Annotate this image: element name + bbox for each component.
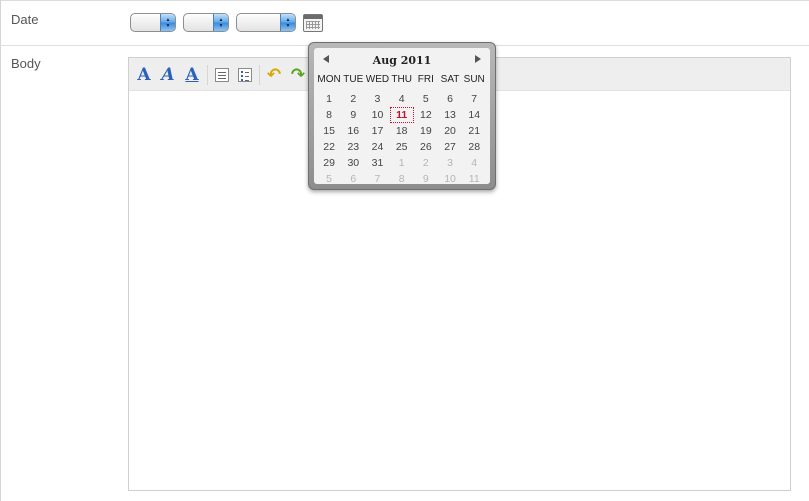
- day-cell[interactable]: 21: [462, 123, 486, 139]
- day-cell[interactable]: 7: [365, 171, 389, 187]
- day-cell[interactable]: 25: [390, 139, 414, 155]
- weekday-label: WED: [365, 74, 390, 85]
- datepicker-panel: Aug 2011 MON TUE WED THU FRI SAT SUN 123456789…: [314, 48, 490, 187]
- font-size-button[interactable]: A: [135, 66, 153, 84]
- day-cell[interactable]: 2: [341, 91, 365, 107]
- weekday-label: TUE: [343, 74, 364, 85]
- select-arrows-icon: ▲ ▼: [160, 14, 175, 31]
- weekday-header: MON TUE WED THU FRI SAT SUN: [317, 74, 486, 91]
- day-cell[interactable]: 8: [390, 171, 414, 187]
- numbered-list-icon: [215, 68, 229, 82]
- font-italic-icon: A: [161, 65, 175, 85]
- day-cell[interactable]: 23: [341, 139, 365, 155]
- day-cell[interactable]: 5: [414, 91, 438, 107]
- day-cell[interactable]: 20: [438, 123, 462, 139]
- day-cell[interactable]: 1: [390, 155, 414, 171]
- day-cell[interactable]: 28: [462, 139, 486, 155]
- weekday-label: FRI: [417, 74, 434, 85]
- day-cell[interactable]: 1: [317, 91, 341, 107]
- day-cell[interactable]: 13: [438, 107, 462, 123]
- day-cell[interactable]: 24: [365, 139, 389, 155]
- day-cell[interactable]: 14: [462, 107, 486, 123]
- font-style-button[interactable]: A: [159, 66, 177, 84]
- day-cell[interactable]: 31: [365, 155, 389, 171]
- day-cell[interactable]: 7: [462, 91, 486, 107]
- left-border: [0, 0, 1, 501]
- font-underline-icon: A: [185, 65, 199, 85]
- today-day-cell[interactable]: 11: [389, 107, 414, 123]
- day-cell[interactable]: 15: [317, 123, 341, 139]
- day-cell[interactable]: 30: [341, 155, 365, 171]
- select-arrows-icon: ▲ ▼: [213, 14, 228, 31]
- day-cell[interactable]: 6: [438, 91, 462, 107]
- month-select[interactable]: ▲ ▼: [130, 13, 176, 32]
- day-cell[interactable]: 9: [414, 171, 438, 187]
- top-divider: [0, 0, 809, 1]
- datepicker-header: Aug 2011: [314, 54, 490, 68]
- day-select[interactable]: ▲ ▼: [183, 13, 229, 32]
- week-row: 22 23 24 25 26 27 28: [317, 139, 486, 155]
- day-cell[interactable]: 17: [365, 123, 389, 139]
- day-cell[interactable]: 2: [414, 155, 438, 171]
- datepicker-grid: MON TUE WED THU FRI SAT SUN 1 2 3 4 5 6 7 8 9 10 11 12 13 1…: [317, 74, 486, 187]
- weekday-label: MON: [317, 74, 341, 85]
- calendar-icon: [304, 15, 322, 19]
- date-label: Date: [11, 12, 39, 27]
- day-cell[interactable]: 4: [390, 91, 414, 107]
- datepicker-popup: Aug 2011 MON TUE WED THU FRI SAT SUN 123456789…: [308, 42, 496, 190]
- toolbar-separator: [207, 65, 208, 85]
- calendar-button[interactable]: [303, 14, 323, 32]
- redo-button[interactable]: ↷: [289, 66, 307, 84]
- day-cell[interactable]: 6: [341, 171, 365, 187]
- day-cell[interactable]: 16: [341, 123, 365, 139]
- body-label: Body: [11, 56, 41, 71]
- day-cell[interactable]: 10: [365, 107, 389, 123]
- day-cell[interactable]: 18: [390, 123, 414, 139]
- font-a-icon: A: [137, 65, 151, 85]
- day-cell[interactable]: 3: [365, 91, 389, 107]
- select-arrows-icon: ▲ ▼: [280, 14, 295, 31]
- weekday-label: SUN: [463, 74, 485, 85]
- undo-icon: ↶: [266, 65, 282, 84]
- weekday-label: THU: [391, 74, 412, 85]
- font-underline-button[interactable]: A: [183, 66, 201, 84]
- day-cell[interactable]: 8: [317, 107, 341, 123]
- toolbar-separator: [259, 65, 260, 85]
- day-cell[interactable]: 22: [317, 139, 341, 155]
- week-row: 29 30 31 1 2 3 4: [317, 155, 486, 171]
- datepicker-weeks: 1 2 3 4 5 6 7 8 9 10 11 12 13 14 15 16 17 18 19 20 21 22 23 24 2…: [317, 91, 486, 187]
- day-cell[interactable]: 5: [317, 171, 341, 187]
- weekday-label: SAT: [440, 74, 460, 85]
- day-cell[interactable]: 29: [317, 155, 341, 171]
- week-row: 5 6 7 8 9 10 11: [317, 171, 486, 187]
- next-month-icon[interactable]: [475, 55, 481, 63]
- undo-button[interactable]: ↶: [265, 66, 283, 84]
- day-cell[interactable]: 9: [341, 107, 365, 123]
- day-cell[interactable]: 12: [414, 107, 438, 123]
- redo-icon: ↷: [290, 65, 306, 84]
- bullet-list-button[interactable]: [236, 66, 254, 84]
- week-row: 1234567: [317, 91, 486, 107]
- year-select[interactable]: ▲ ▼: [236, 13, 296, 32]
- day-cell[interactable]: 3: [438, 155, 462, 171]
- week-row: 15 16 17 18 19 20 21: [317, 123, 486, 139]
- numbered-list-button[interactable]: [213, 66, 231, 84]
- day-cell[interactable]: 26: [414, 139, 438, 155]
- day-cell[interactable]: 11: [462, 171, 486, 187]
- datepicker-title: Aug 2011: [372, 54, 432, 67]
- week-row: 8 9 10 11 12 13 14: [317, 107, 486, 123]
- day-cell[interactable]: 19: [414, 123, 438, 139]
- day-cell[interactable]: 4: [462, 155, 486, 171]
- day-cell[interactable]: 10: [438, 171, 462, 187]
- day-cell[interactable]: 27: [438, 139, 462, 155]
- bullet-list-icon: [238, 68, 252, 82]
